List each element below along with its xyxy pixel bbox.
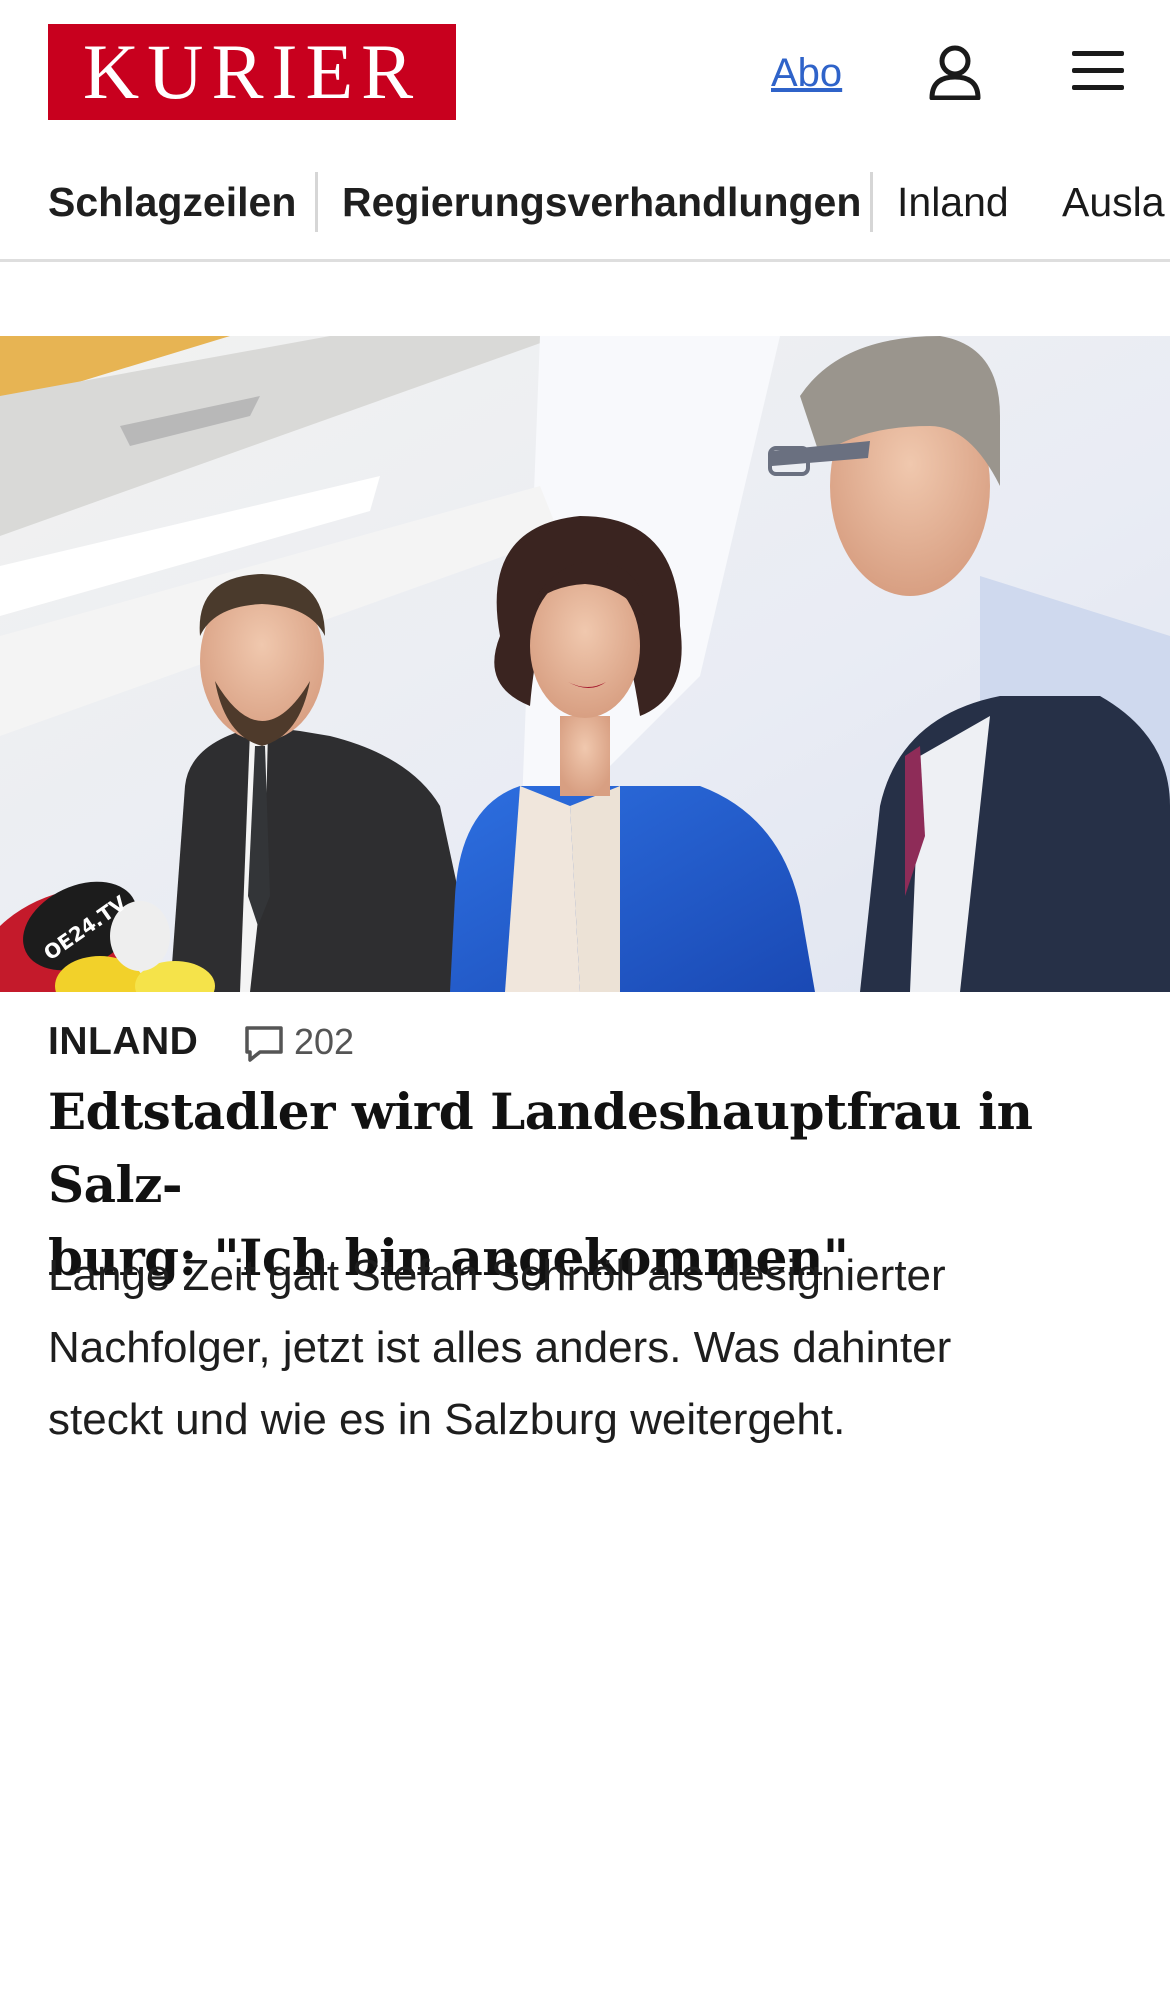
teaser-line: steckt und wie es in Salzburg weitergeht… xyxy=(48,1395,846,1444)
article-teaser[interactable]: Lange Zeit galt Stefan Schnöll als desig… xyxy=(48,1240,1128,1456)
nav-item-regierungsverhandlungen[interactable]: Regierungsverhandlungen xyxy=(342,172,861,232)
hamburger-menu-icon[interactable] xyxy=(1072,48,1124,94)
nav-item-schlagzeilen[interactable]: Schlagzeilen xyxy=(48,172,296,232)
article-meta: INLAND 202 xyxy=(48,1015,1122,1069)
nav-item-inland[interactable]: Inland xyxy=(897,172,1009,232)
comment-icon[interactable] xyxy=(244,1025,284,1063)
comment-count[interactable]: 202 xyxy=(294,1015,354,1069)
nav-divider xyxy=(870,172,873,232)
kurier-logo[interactable]: KURIER xyxy=(48,24,456,120)
section-nav: Schlagzeilen Regierungsverhandlungen Inl… xyxy=(0,160,1170,262)
abo-link[interactable]: Abo xyxy=(771,48,842,98)
article-category[interactable]: INLAND xyxy=(48,1015,198,1069)
teaser-line: Nachfolger, jetzt ist alles anders. Was … xyxy=(48,1323,952,1372)
headline-line: Edtstadler wird Landeshauptfrau in Salz- xyxy=(48,1082,1033,1214)
user-icon[interactable] xyxy=(928,44,982,101)
site-header: KURIER Abo xyxy=(0,0,1170,145)
nav-item-ausland[interactable]: Ausla xyxy=(1062,172,1165,232)
article-hero-image[interactable]: OE24.TV xyxy=(0,336,1170,992)
teaser-line: Lange Zeit galt Stefan Schnöll als desig… xyxy=(48,1251,946,1300)
nav-divider xyxy=(315,172,318,232)
